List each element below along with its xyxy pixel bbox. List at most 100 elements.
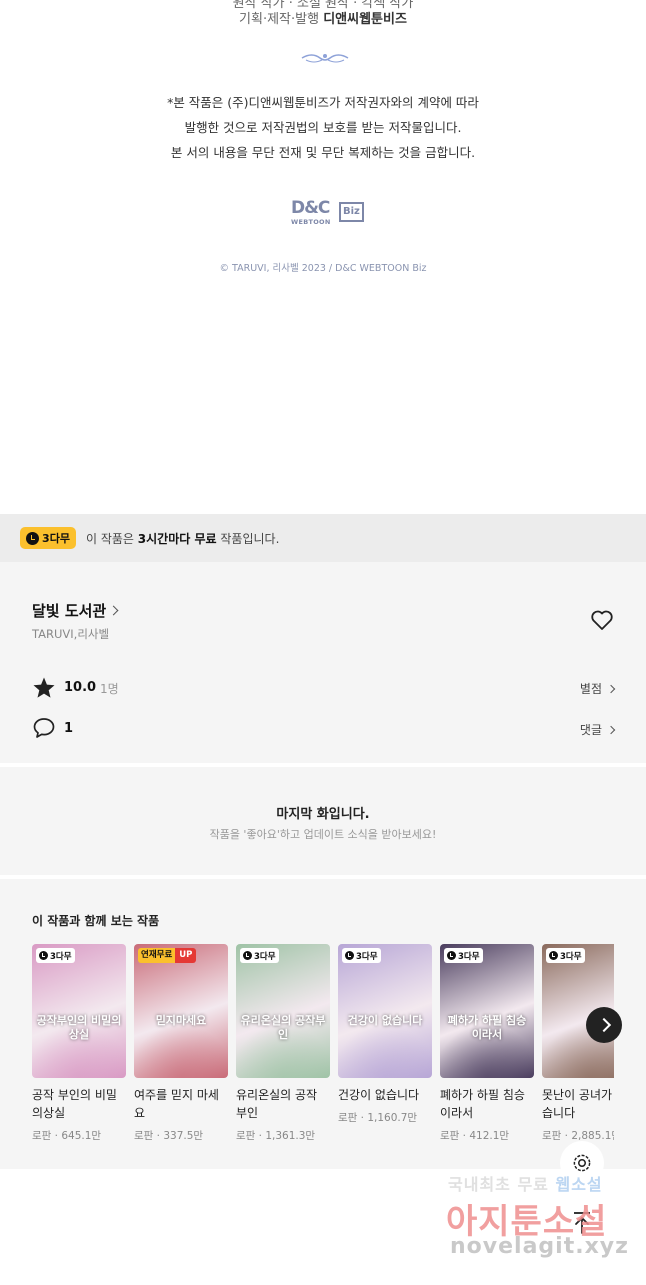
card-meta: 로판 · 412.1만 <box>440 1130 510 1142</box>
last-episode-title: 마지막 화입니다. <box>276 807 370 822</box>
logo-main: D&C <box>291 198 330 218</box>
logo-sub: WEBTOON <box>291 218 331 226</box>
card-title: 여주를 믿지 마세요 <box>134 1088 219 1120</box>
card-title: 못난이 공녀가 있습니다 <box>542 1088 614 1120</box>
cover-image: 3다무유리온실의 공작부인 <box>236 944 330 1078</box>
cover-image: 연재무료 UP 믿지마세요 <box>134 944 228 1078</box>
comment-count: 1 <box>64 721 74 736</box>
work-title: 달빛 도서관 <box>32 602 107 620</box>
cover-badge: 3다무 <box>342 948 381 963</box>
free-badge: 3다무 <box>342 948 381 963</box>
cover-title: 폐하가 하필 침승이라서 <box>447 1014 527 1041</box>
settings-button[interactable] <box>560 1141 604 1185</box>
logo-biz: Biz <box>339 202 364 222</box>
card-meta: 로판 · 1,361.3만 <box>236 1130 316 1142</box>
card-meta: 로판 · 337.5만 <box>134 1130 204 1142</box>
recommendation-card[interactable]: 3다무유리온실의 공작부인유리온실의 공작 부인로판 · 1,361.3만 <box>236 944 330 1143</box>
cover-title: 공작부인의 비밀의상실 <box>36 1014 122 1041</box>
rating-row: 10.0 1명 별점 <box>32 676 616 700</box>
cover-badge: 3다무 <box>240 948 279 963</box>
rating-count: 1명 <box>100 682 119 696</box>
recommendation-card[interactable]: 연재무료 UP 믿지마세요여주를 믿지 마세요로판 · 337.5만 <box>134 944 228 1143</box>
heart-icon[interactable] <box>590 609 614 631</box>
recommendation-card[interactable]: 3다무 폐하가 하필 침승이라서 폐하가 하필 침승이라서 로판 · 412.1만 <box>440 944 534 1143</box>
free-badge: 3다무 <box>20 527 76 549</box>
recommendations-section: 이 작품과 함께 보는 작품 3다무공작부인의 비밀의상실공작 부인의 비밀 의… <box>0 879 646 1169</box>
card-title: 공작 부인의 비밀 의상실 <box>32 1088 117 1120</box>
cover-badge: 3다무 <box>444 948 483 963</box>
cover-image: 3다무공작부인의 비밀의상실 <box>32 944 126 1078</box>
free-text-bold: 3시간마다 무료 <box>137 532 217 546</box>
comment-icon <box>33 718 55 738</box>
comment-row: 1 댓글 <box>32 717 616 741</box>
up-badge: UP <box>175 948 197 963</box>
watermark-line1-a: 국내최초 무료 <box>448 1175 556 1194</box>
cover-title: 건강이 없습니다 <box>347 1014 423 1027</box>
clock-icon <box>447 951 456 960</box>
recommendation-carousel: 3다무 공작부인의 비밀의상실 공작 부인의 비밀 의상실 로판 · 645.1만 연재… <box>32 944 614 1164</box>
rating-value: 10.0 <box>64 680 97 695</box>
rate-button[interactable]: 별점 <box>579 680 616 697</box>
cover-title: 믿지마세요 <box>155 1014 207 1027</box>
recommendation-card[interactable]: 3다무못난이 공녀가 있습니다로판 · 2,885.1만 <box>542 944 614 1143</box>
card-title: 유리온실의 공작 부인 <box>236 1088 318 1120</box>
free-badge-label: 3다무 <box>42 532 70 545</box>
cover-badge: 연재무료 UP <box>138 948 197 963</box>
credits-section: 원작 작가 · 소설 원작 · 각색 작가 기획·제작·발행 디앤씨웹툰비즈 *… <box>0 0 646 512</box>
comments-button[interactable]: 댓글 <box>579 721 616 738</box>
free-text-prefix: 이 작품은 <box>86 532 138 546</box>
cover-badge: 3다무 <box>546 948 585 963</box>
credit-publisher: 기획·제작·발행 디앤씨웹툰비즈 <box>0 8 646 27</box>
comments-label: 댓글 <box>579 723 602 737</box>
notice-line: 발행한 것으로 저작권법의 보호를 받는 저작물입니다. <box>184 120 462 135</box>
card-title: 건강이 없습니다 <box>338 1088 420 1102</box>
rate-label: 별점 <box>579 682 602 696</box>
chevron-right-icon <box>108 605 119 616</box>
last-episode-panel: 마지막 화입니다. 작품을 '좋아요'하고 업데이트 소식을 받아보세요! <box>0 767 646 875</box>
copyright-text: © TARUVI, 리사벨 2023 / D&C WEBTOON Biz <box>219 263 427 274</box>
scroll-top-button[interactable] <box>565 1205 599 1239</box>
free-badge-label: 3다무 <box>50 951 72 962</box>
last-episode-subtitle: 작품을 '좋아요'하고 업데이트 소식을 받아보세요! <box>209 828 437 841</box>
credit-publisher-label: 기획·제작·발행 <box>239 12 320 27</box>
free-text-suffix: 작품입니다. <box>216 532 280 546</box>
clock-icon <box>549 951 558 960</box>
recommendation-card[interactable]: 3다무 건강이 없습니다 건강이 없습니다 로판 · 1,160.7만 <box>338 944 432 1125</box>
free-badge: 3다무 <box>240 948 279 963</box>
copyright-notice: *본 작품은 (주)디앤씨웹툰비즈가 저작권자와의 계약에 따라 발행한 것으로… <box>0 90 646 165</box>
chevron-right-icon <box>606 684 616 693</box>
dc-webtoon-logo: D&C WEBTOON Biz <box>291 198 364 226</box>
notice-line: 본 서의 내용을 무단 전재 및 무단 복제하는 것을 금합니다. <box>170 145 476 160</box>
recommendations-heading: 이 작품과 함께 보는 작품 <box>32 914 160 928</box>
clock-icon <box>26 531 40 545</box>
free-notice-text: 이 작품은 3시간마다 무료 작품입니다. <box>86 530 279 547</box>
card-meta: 로판 · 1,160.7만 <box>338 1112 418 1124</box>
free-notice-bar: 3다무 이 작품은 3시간마다 무료 작품입니다. <box>0 514 646 562</box>
free-badge-label: 3다무 <box>458 951 480 962</box>
free-badge-label: 3다무 <box>560 951 582 962</box>
clock-icon <box>345 951 354 960</box>
work-title-link[interactable]: 달빛 도서관 <box>32 600 119 621</box>
star-icon <box>33 677 55 698</box>
card-meta: 로판 · 645.1만 <box>32 1130 102 1142</box>
notice-line: *본 작품은 (주)디앤씨웹툰비즈가 저작권자와의 계약에 따라 <box>167 95 479 110</box>
clock-icon <box>39 951 48 960</box>
gear-icon <box>573 1154 591 1172</box>
free-badge-label: 3다무 <box>254 951 276 962</box>
free-badge: 3다무 <box>546 948 585 963</box>
cover-badge: 3다무 <box>36 948 75 963</box>
free-badge: 3다무 <box>36 948 75 963</box>
ornament-icon <box>301 54 349 63</box>
cover-title: 유리온실의 공작부인 <box>240 1014 326 1041</box>
cover-image: 3다무폐하가 하필 침승이라서 <box>440 944 534 1078</box>
work-info-panel: 달빛 도서관 TARUVI,리사벨 10.0 1명 별점 1 댓글 <box>0 562 646 763</box>
free-badge-label: 3다무 <box>356 951 378 962</box>
recommendation-card[interactable]: 3다무공작부인의 비밀의상실공작 부인의 비밀 의상실로판 · 645.1만 <box>32 944 126 1143</box>
watermark-line3: novelagit.xyz <box>450 1234 629 1259</box>
credit-publisher-name: 디앤씨웹툰비즈 <box>323 12 407 27</box>
site-watermark: 국내최초 무료 웹소설 아지툰소설 novelagit.xyz <box>440 1168 640 1278</box>
free-badge: 3다무 <box>444 948 483 963</box>
card-title: 폐하가 하필 침승이라서 <box>440 1088 525 1120</box>
clock-icon <box>243 951 252 960</box>
carousel-next-button[interactable] <box>586 1007 622 1043</box>
